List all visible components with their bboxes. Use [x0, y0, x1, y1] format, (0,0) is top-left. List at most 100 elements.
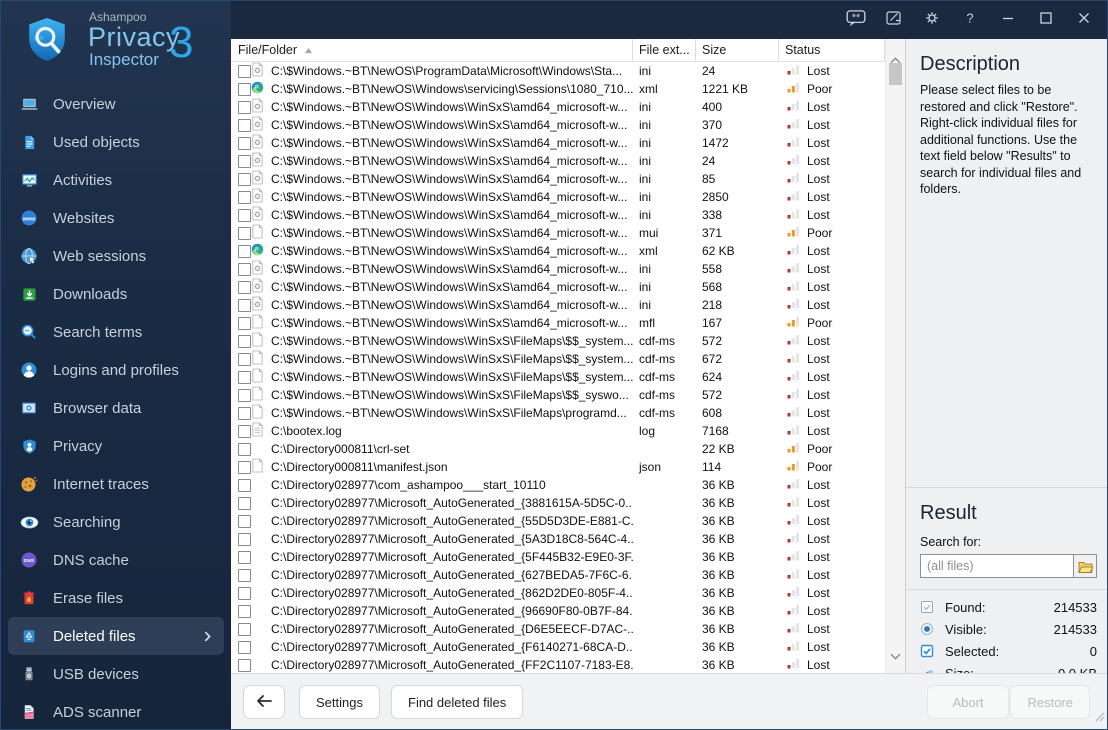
gear-doc-file-icon — [251, 170, 264, 188]
minimize-button[interactable] — [993, 7, 1023, 33]
row-checkbox[interactable] — [238, 100, 251, 114]
column-header-size[interactable]: Size — [696, 39, 779, 61]
sidebar-item-web-sessions[interactable]: Web sessions — [1, 237, 231, 275]
feedback-button[interactable]: ** — [841, 7, 871, 33]
column-header-file-folder[interactable]: File/Folder — [231, 39, 633, 61]
row-checkbox[interactable] — [238, 658, 251, 672]
file-path: C:\Directory028977\Microsoft_AutoGenerat… — [271, 496, 633, 510]
sidebar-item-ads-scanner[interactable]: ADS scanner — [1, 693, 231, 729]
back-button[interactable] — [243, 685, 285, 719]
sidebar-item-internet-traces[interactable]: Internet traces — [1, 465, 231, 503]
row-checkbox[interactable] — [238, 208, 251, 222]
vertical-scrollbar[interactable] — [885, 39, 905, 673]
status-lost-icon — [787, 406, 800, 420]
edge-browser-file-icon — [251, 80, 264, 98]
row-checkbox[interactable] — [238, 424, 251, 438]
row-checkbox[interactable] — [238, 514, 251, 528]
row-checkbox[interactable] — [238, 226, 251, 240]
close-button[interactable] — [1069, 7, 1099, 33]
row-checkbox[interactable] — [238, 388, 251, 402]
sidebar-item-dns-cache[interactable]: DNS DNS cache — [1, 541, 231, 579]
scrollbar-thumb[interactable] — [889, 63, 902, 85]
sidebar-item-usb-devices[interactable]: USB devices — [1, 655, 231, 693]
row-checkbox[interactable] — [238, 622, 251, 636]
row-checkbox[interactable] — [238, 244, 251, 258]
divider — [906, 589, 1107, 590]
file-path: C:\Directory028977\Microsoft_AutoGenerat… — [271, 532, 633, 546]
column-header-status[interactable]: Status — [779, 39, 885, 61]
file-size: 1221 KB — [702, 82, 749, 96]
abort-button[interactable]: Abort — [927, 685, 1009, 719]
help-button[interactable]: ? — [955, 7, 985, 33]
sidebar-item-activities[interactable]: Activities — [1, 161, 231, 199]
row-checkbox[interactable] — [238, 478, 251, 492]
row-checkbox[interactable] — [238, 64, 251, 78]
sidebar-item-downloads[interactable]: Downloads — [1, 275, 231, 313]
row-checkbox[interactable] — [238, 190, 251, 204]
sidebar-item-deleted-files[interactable]: Deleted files — [8, 617, 224, 655]
file-path: C:\Directory028977\Microsoft_AutoGenerat… — [271, 514, 633, 528]
sidebar-item-overview[interactable]: Overview — [1, 85, 231, 123]
row-checkbox[interactable] — [238, 496, 251, 510]
row-checkbox[interactable] — [238, 532, 251, 546]
find-deleted-files-button[interactable]: Find deleted files — [391, 685, 524, 719]
maximize-button[interactable] — [1031, 7, 1061, 33]
notes-button[interactable] — [879, 7, 909, 33]
restore-button[interactable]: Restore — [1010, 685, 1090, 719]
gear-doc-file-icon — [251, 296, 264, 314]
settings-button[interactable] — [917, 7, 947, 33]
file-size: 36 KB — [702, 640, 735, 654]
sidebar-item-erase-files[interactable]: Erase files — [1, 579, 231, 617]
row-checkbox[interactable] — [238, 334, 251, 348]
sidebar-item-browser-data[interactable]: Browser data — [1, 389, 231, 427]
stat-value: 214533 — [1053, 599, 1097, 615]
row-checkbox[interactable] — [238, 172, 251, 186]
row-checkbox[interactable] — [238, 442, 251, 456]
status-label: Lost — [807, 550, 830, 564]
dns-icon: DNS — [19, 550, 39, 570]
file-ext: log — [639, 424, 656, 438]
info-panel: Description Please select files to be re… — [905, 39, 1107, 681]
row-checkbox[interactable] — [238, 352, 251, 366]
row-checkbox[interactable] — [238, 136, 251, 150]
row-checkbox[interactable] — [238, 370, 251, 384]
settings-button[interactable]: Settings — [299, 685, 380, 719]
resize-grip[interactable] — [1093, 709, 1105, 727]
stat-row-found: Found: 214533 — [920, 596, 1097, 618]
scrollbar-down-arrow-icon[interactable] — [890, 647, 901, 665]
sidebar-item-used-objects[interactable]: Used objects — [1, 123, 231, 161]
row-checkbox[interactable] — [238, 460, 251, 474]
row-checkbox[interactable] — [238, 82, 251, 96]
row-checkbox[interactable] — [238, 550, 251, 564]
row-checkbox[interactable] — [238, 640, 251, 654]
row-checkbox[interactable] — [238, 568, 251, 582]
result-title: Result — [920, 502, 977, 524]
sidebar-item-searching[interactable]: Searching — [1, 503, 231, 541]
sidebar-item-label: Logins and profiles — [53, 361, 179, 379]
file-path: C:\$Windows.~BT\NewOS\Windows\WinSxS\Fil… — [271, 406, 627, 420]
row-checkbox[interactable] — [238, 262, 251, 276]
sidebar-item-search-terms[interactable]: Search terms — [1, 313, 231, 351]
gear-icon — [922, 9, 942, 32]
sidebar-item-websites[interactable]: www Websites — [1, 199, 231, 237]
status-label: Lost — [807, 190, 830, 204]
file-path: C:\$Windows.~BT\NewOS\Windows\WinSxS\amd… — [271, 244, 628, 258]
row-checkbox[interactable] — [238, 118, 251, 132]
column-header-file-ext[interactable]: File ext... — [633, 39, 696, 61]
file-path: C:\Directory028977\Microsoft_AutoGenerat… — [271, 550, 633, 564]
row-checkbox[interactable] — [238, 280, 251, 294]
row-checkbox[interactable] — [238, 316, 251, 330]
file-ext: ini — [639, 118, 652, 132]
status-lost-icon — [787, 658, 800, 672]
row-checkbox[interactable] — [238, 154, 251, 168]
row-checkbox[interactable] — [238, 586, 251, 600]
gear-doc-file-icon — [251, 116, 264, 134]
row-checkbox[interactable] — [238, 406, 251, 420]
sidebar-item-privacy[interactable]: Privacy — [1, 427, 231, 465]
sidebar-item-logins-and-profiles[interactable]: Logins and profiles — [1, 351, 231, 389]
row-checkbox[interactable] — [238, 298, 251, 312]
row-checkbox[interactable] — [238, 604, 251, 618]
file-path: C:\$Windows.~BT\NewOS\Windows\WinSxS\amd… — [271, 136, 628, 150]
search-input[interactable] — [921, 555, 1073, 577]
browse-folder-button[interactable] — [1073, 555, 1096, 577]
